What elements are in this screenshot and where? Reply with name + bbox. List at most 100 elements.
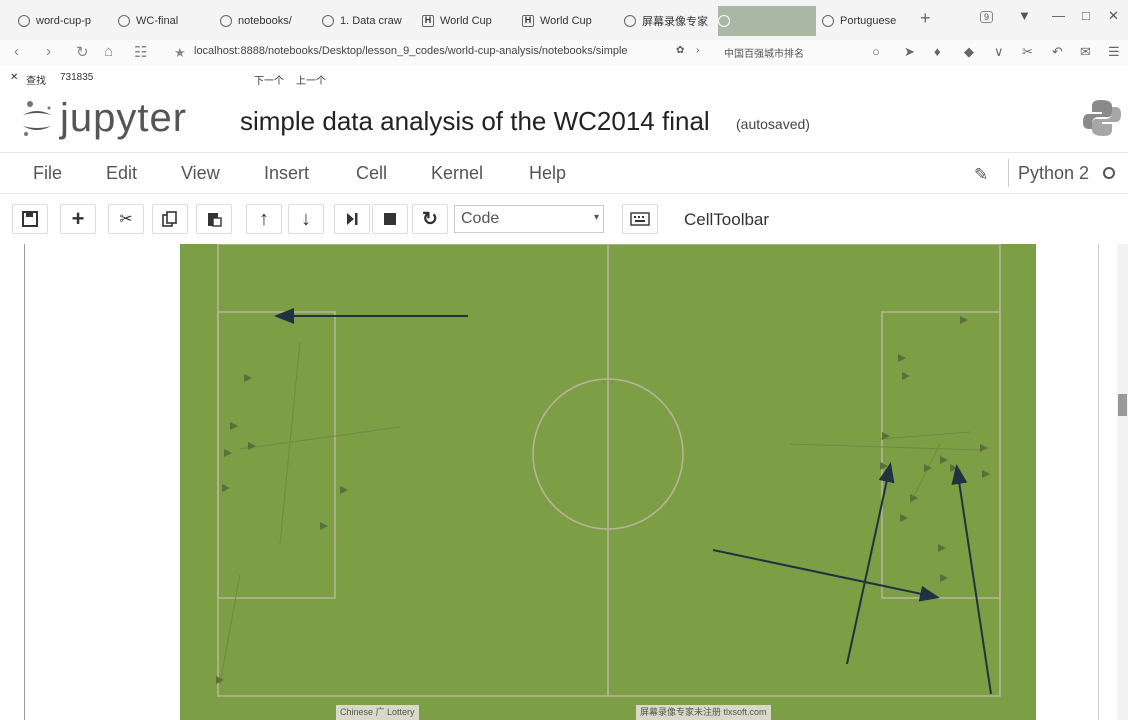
ext-arrow-icon[interactable]: ➤: [904, 44, 915, 60]
scrollbar-thumb[interactable]: [1118, 394, 1127, 416]
find-prev-button[interactable]: 上一个: [296, 72, 326, 87]
menu-icon[interactable]: ☰: [1108, 44, 1120, 60]
scrollbar[interactable]: [1117, 244, 1128, 720]
stop-button[interactable]: [372, 204, 408, 234]
find-label: 查找: [26, 76, 46, 87]
jupyter-logo-icon: [23, 100, 51, 136]
chevron-right-icon[interactable]: ›: [696, 45, 699, 56]
find-next-button[interactable]: 下一个: [254, 72, 284, 87]
ext-filter-icon[interactable]: ∨: [994, 44, 1004, 60]
tab-label: WC-final: [136, 15, 179, 27]
tab-world-cup-1[interactable]: H World Cup: [422, 6, 514, 36]
url-field[interactable]: localhost:8888/notebooks/Desktop/lesson_…: [194, 45, 628, 57]
plus-icon: +: [71, 206, 85, 231]
command-palette-button[interactable]: [622, 204, 658, 234]
tab-label: notebooks/: [238, 15, 292, 27]
forward-icon[interactable]: ›: [46, 43, 51, 60]
tab-word-cup[interactable]: word-cup-p: [18, 6, 110, 36]
tab-favicon-icon: [822, 15, 834, 27]
add-cell-button[interactable]: +: [60, 204, 96, 234]
notebook-toolbar: + ✂ ↑ ↓ ↻ Code ▾ CellToolbar: [0, 196, 1128, 244]
maximize-icon[interactable]: □: [1082, 8, 1090, 23]
notebook-right-border: [1098, 244, 1099, 720]
menu-file[interactable]: File: [33, 163, 62, 184]
ext-mail-icon[interactable]: ✉: [1080, 44, 1091, 60]
ext-undo-icon[interactable]: ↶: [1052, 44, 1063, 60]
bookmark-link[interactable]: 中国百强城市排名: [724, 45, 804, 60]
cell-prompt-border: [24, 244, 25, 720]
kernel-name: Python 2: [1018, 163, 1090, 183]
run-icon: [347, 213, 358, 225]
jupyter-header: jupyter simple data analysis of the WC20…: [0, 90, 1128, 148]
tab-favicon-icon: [220, 15, 232, 27]
new-tab-button[interactable]: +: [920, 8, 931, 29]
back-icon[interactable]: ‹: [14, 43, 19, 60]
keyboard-icon: [630, 212, 650, 226]
watermark-right: 屏幕录像专家未注册 tlxsoft.com: [636, 705, 771, 720]
scissors-icon: ✂: [119, 211, 133, 228]
copy-button[interactable]: [152, 204, 188, 234]
ext-shield-icon[interactable]: ◆: [964, 44, 974, 60]
celltoolbar-label[interactable]: CellToolbar: [684, 210, 769, 230]
tab-data-crawl[interactable]: 1. Data craw: [322, 6, 416, 36]
menu-cell[interactable]: Cell: [356, 163, 387, 184]
ext-puzzle-icon[interactable]: ♦: [934, 44, 941, 59]
tab-recorder-1[interactable]: 屏幕录像专家: [624, 6, 712, 36]
ext-scissors-icon[interactable]: ✂: [1022, 44, 1033, 60]
autosave-status: (autosaved): [736, 116, 810, 132]
tab-notebooks[interactable]: notebooks/: [220, 6, 312, 36]
find-input[interactable]: 731835: [60, 72, 93, 83]
paste-button[interactable]: [196, 204, 232, 234]
menu-help[interactable]: Help: [529, 163, 566, 184]
cell-type-select[interactable]: Code ▾: [454, 205, 604, 233]
find-bar: ✕ 查找 731835 下一个 上一个: [0, 66, 1128, 90]
minimize-icon[interactable]: —: [1052, 8, 1065, 23]
tab-portuguese[interactable]: Portuguese: [822, 6, 912, 36]
tab-wc-final[interactable]: WC-final: [118, 6, 212, 36]
flash-icon[interactable]: ✿: [676, 45, 684, 56]
run-button[interactable]: [334, 204, 370, 234]
pencil-icon[interactable]: ✎: [974, 165, 988, 185]
jupyter-logo[interactable]: jupyter: [20, 96, 187, 141]
notebook-title[interactable]: simple data analysis of the WC2014 final: [240, 106, 710, 137]
move-down-button[interactable]: ↓: [288, 204, 324, 234]
h-favicon-icon: H: [522, 15, 534, 27]
move-up-button[interactable]: ↑: [246, 204, 282, 234]
tab-label: World Cup: [540, 15, 592, 27]
find-close-icon[interactable]: ✕: [10, 72, 18, 83]
reload-icon[interactable]: ↻: [76, 43, 89, 61]
tab-favicon-icon: [118, 15, 130, 27]
tab-world-cup-2[interactable]: H World Cup: [522, 6, 616, 36]
tab-favicon-icon: [718, 15, 730, 27]
menu-edit[interactable]: Edit: [106, 163, 137, 184]
arrow-up-icon: ↑: [259, 207, 269, 230]
notebook-area: [0, 244, 1128, 720]
home-icon[interactable]: ⌂: [104, 43, 113, 60]
tab-label: 屏幕录像专家: [642, 16, 708, 28]
menu-bar: File Edit View Insert Cell Kernel Help ✎…: [0, 152, 1128, 194]
arrow-down-icon: ↓: [301, 207, 311, 230]
restart-icon: ↻: [422, 208, 438, 230]
jupyter-logo-text: jupyter: [60, 96, 188, 140]
tab-label: Portuguese: [840, 15, 897, 27]
restart-button[interactable]: ↻: [412, 204, 448, 234]
cut-button[interactable]: ✂: [108, 204, 144, 234]
ext-circle-icon[interactable]: ○: [872, 44, 880, 59]
save-button[interactable]: [12, 204, 48, 234]
save-icon: [22, 211, 38, 227]
reader-icon[interactable]: ☷: [134, 43, 147, 61]
tab-label: 1. Data craw: [340, 15, 402, 27]
paste-icon: [208, 213, 222, 227]
shirt-icon[interactable]: ▼: [1018, 8, 1031, 23]
tab-active[interactable]: [718, 6, 816, 36]
star-icon[interactable]: ★: [174, 45, 186, 61]
menu-kernel[interactable]: Kernel: [431, 163, 483, 184]
menu-view[interactable]: View: [181, 163, 220, 184]
tab-count-badge[interactable]: 9: [980, 11, 994, 23]
menu-insert[interactable]: Insert: [264, 163, 309, 184]
kernel-separator: [1008, 159, 1009, 187]
address-bar-row: ‹ › ↻ ⌂ ☷ ★ localhost:8888/notebooks/Des…: [0, 40, 1128, 67]
close-icon[interactable]: ✕: [1108, 8, 1119, 24]
tab-label: word-cup-p: [36, 15, 92, 27]
football-pitch-plot: [180, 244, 1036, 720]
